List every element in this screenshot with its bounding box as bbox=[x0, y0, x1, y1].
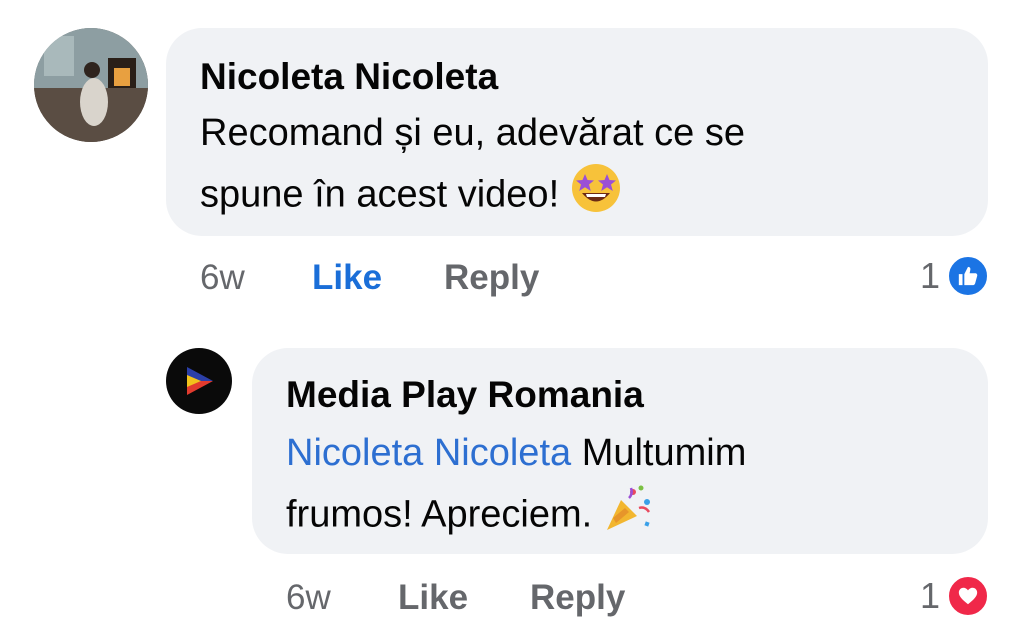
avatar-media-play[interactable] bbox=[166, 348, 232, 414]
comment-text-line-2: spune în acest video! bbox=[200, 162, 745, 231]
comment-text-line: spune în acest video! bbox=[200, 173, 560, 216]
reply-button[interactable]: Reply bbox=[530, 578, 625, 618]
comment-time: 6w bbox=[200, 258, 245, 297]
mention-link[interactable]: Nicoleta Nicoleta bbox=[286, 432, 571, 474]
reaction-count: 1 bbox=[919, 255, 940, 296]
comment-author[interactable]: Nicoleta Nicoleta bbox=[200, 56, 498, 98]
party-popper-emoji bbox=[603, 482, 655, 551]
reply-bubble: Media Play Romania Nicoleta Nicoleta Mul… bbox=[252, 348, 988, 554]
profile-photo bbox=[34, 28, 148, 142]
thumbs-up-icon bbox=[946, 254, 990, 298]
like-button[interactable]: Like bbox=[312, 258, 382, 298]
heart-icon bbox=[946, 574, 990, 618]
reply-text-line-2: frumos! Apreciem. bbox=[286, 482, 746, 551]
comment-text-line: Recomand și eu, adevărat ce se bbox=[200, 112, 745, 154]
reply-text-segment: frumos! Apreciem. bbox=[286, 493, 593, 536]
reply-text-line-1: Nicoleta Nicoleta Multumim bbox=[286, 424, 746, 482]
reaction-summary[interactable]: 1 bbox=[920, 254, 990, 298]
comment-text: Recomand și eu, adevărat ce se spune în … bbox=[200, 104, 745, 231]
star-struck-emoji bbox=[570, 162, 622, 231]
reaction-count: 1 bbox=[919, 575, 940, 616]
avatar-nicoleta[interactable] bbox=[34, 28, 148, 142]
media-play-logo-icon bbox=[187, 367, 213, 395]
like-button[interactable]: Like bbox=[398, 578, 468, 618]
comment-bubble: Nicoleta Nicoleta Recomand și eu, adevăr… bbox=[166, 28, 988, 236]
reply-time: 6w bbox=[286, 578, 331, 617]
reaction-summary[interactable]: 1 bbox=[920, 574, 990, 618]
reply-author[interactable]: Media Play Romania bbox=[286, 374, 644, 416]
reply-text-segment: Multumim bbox=[581, 432, 747, 474]
reply-text: Nicoleta Nicoleta Multumim frumos! Aprec… bbox=[286, 424, 746, 551]
reply-button[interactable]: Reply bbox=[444, 258, 539, 298]
